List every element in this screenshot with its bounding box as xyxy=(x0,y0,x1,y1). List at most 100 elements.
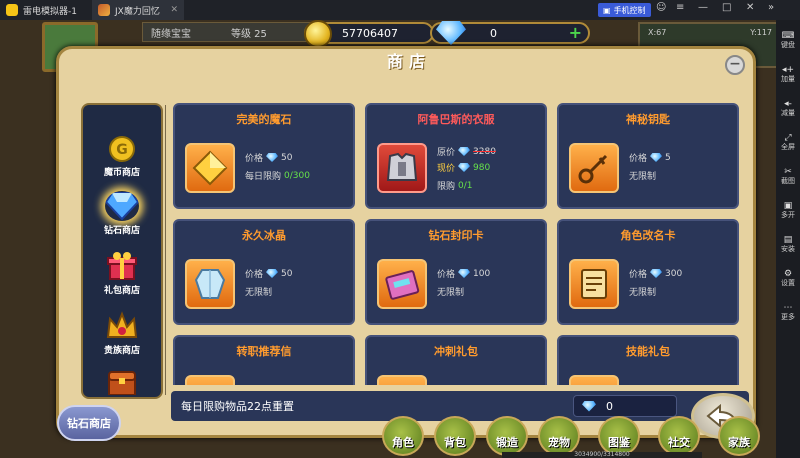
map-y: Y:117 xyxy=(750,28,772,37)
nav-diamond-shop[interactable]: 钻石商店 xyxy=(83,191,161,236)
diamond-icon xyxy=(266,153,279,162)
family-button[interactable]: 家族 xyxy=(718,416,760,456)
gem-balance-value: 0 xyxy=(606,399,613,413)
hud-label: 社交 xyxy=(668,436,690,449)
side-label: 减量 xyxy=(781,109,795,117)
side-label: 多开 xyxy=(781,211,795,219)
shop-item-grid: 完美的魔石 价格 50 每日限购 0/300 阿鲁巴斯的衣服 原价 3280 现价 98… xyxy=(173,103,747,385)
shop-item-card[interactable]: 钻石封印卡 价格 100 无限制 xyxy=(365,219,547,325)
skill-pack-icon xyxy=(569,375,619,385)
hud-label: 背包 xyxy=(444,436,466,449)
fullscreen-icon: ⤢ xyxy=(784,133,792,143)
add-gems-button[interactable]: + xyxy=(569,25,582,41)
side-volume-down[interactable]: ◂- 减量 xyxy=(776,100,800,118)
tab-emulator[interactable]: 雷电模拟器-1 xyxy=(0,0,90,20)
codex-button[interactable]: 图鉴 xyxy=(598,416,640,456)
side-more[interactable]: ⋯ 更多 xyxy=(776,303,800,322)
nav-gift-shop[interactable]: 礼包商店 xyxy=(83,251,161,296)
shop-item-card[interactable]: 技能礼包 xyxy=(557,335,739,385)
user-icon[interactable]: ☺ xyxy=(656,2,666,13)
side-label: 加量 xyxy=(781,75,795,83)
emulator-titlebar: 雷电模拟器-1 JX魔力回忆 ✕ ▣ 手机控制 ☺ ≡ — □ ✕ » xyxy=(0,0,800,20)
hud-label: 角色 xyxy=(392,436,414,449)
limit-label: 无限制 xyxy=(629,172,657,182)
close-tab-icon[interactable]: ✕ xyxy=(170,5,178,15)
treasure-chest-icon xyxy=(108,371,136,395)
diamond-icon xyxy=(650,269,663,278)
shop-item-card[interactable]: 冲刺礼包 xyxy=(365,335,547,385)
shop-dialog: 商店 − G 魔币商店 钻石商店 礼包商店 贵族商店 完美的魔石 价格 50 每… xyxy=(56,46,756,441)
nav-label: 钻石商店 xyxy=(103,226,140,236)
shop-item-card[interactable]: 角色改名卡 价格 300 无限制 xyxy=(557,219,739,325)
pet-button[interactable]: 宠物 xyxy=(538,416,580,456)
close-icon[interactable]: ✕ xyxy=(746,2,754,13)
diamond-icon xyxy=(266,269,279,278)
minimize-icon[interactable]: — xyxy=(698,2,708,13)
emulator-side-panel: ⌨ 键盘 ◂+ 加量 ◂- 减量 ⤢ 全屏 ✂ 截图 ▣ 多开 ▤ 安装 ⚙ 设置 ⋯ 更多 xyxy=(776,20,800,458)
diamond-icon xyxy=(582,400,596,412)
tab-label: 雷电模拟器-1 xyxy=(23,6,77,17)
item-name: 永久冰晶 xyxy=(242,229,286,242)
diamond-icon xyxy=(458,147,471,156)
character-button[interactable]: 角色 xyxy=(382,416,424,456)
side-multi[interactable]: ▣ 多开 xyxy=(776,202,800,220)
side-label: 全屏 xyxy=(781,143,795,151)
nav-label: 礼包商店 xyxy=(103,286,140,296)
item-name: 钻石封印卡 xyxy=(428,229,484,242)
expand-icon[interactable]: » xyxy=(768,2,774,13)
side-install[interactable]: ▤ 安装 xyxy=(776,236,800,254)
keyboard-icon: ⌨ xyxy=(781,31,795,41)
nav-label: 魔币商店 xyxy=(103,168,140,178)
nav-chest-shop[interactable] xyxy=(83,369,161,397)
social-button[interactable]: 社交 xyxy=(658,416,700,456)
diamond-icon xyxy=(436,21,466,45)
divider xyxy=(165,105,166,395)
tab-game[interactable]: JX魔力回忆 ✕ xyxy=(92,0,184,20)
side-screenshot[interactable]: ✂ 截图 xyxy=(776,168,800,186)
shop-item-card[interactable]: 完美的魔石 价格 50 每日限购 0/300 xyxy=(173,103,355,209)
side-volume-up[interactable]: ◂+ 加量 xyxy=(776,66,800,84)
menu-icon[interactable]: ≡ xyxy=(676,2,684,13)
gold-value: 57706407 xyxy=(342,26,398,40)
map-x: X:67 xyxy=(648,28,667,37)
limit-label: 无限制 xyxy=(629,288,657,298)
nav-noble-shop[interactable]: 贵族商店 xyxy=(83,311,161,356)
phone-control-button[interactable]: ▣ 手机控制 xyxy=(598,3,651,17)
nav-label: 贵族商店 xyxy=(103,346,140,356)
item-name: 转职推荐信 xyxy=(236,345,292,358)
game-logo-icon xyxy=(98,4,110,16)
maximize-icon[interactable]: □ xyxy=(722,2,731,13)
side-fullscreen[interactable]: ⤢ 全屏 xyxy=(776,133,800,152)
pet-info[interactable]: 随缘宝宝 等级 25 xyxy=(142,22,312,42)
shop-item-card[interactable]: 永久冰晶 价格 50 无限制 xyxy=(173,219,355,325)
more-icon: ⋯ xyxy=(783,303,793,313)
side-label: 设置 xyxy=(781,279,795,287)
diamond-icon xyxy=(458,269,471,278)
forge-button[interactable]: 锻造 xyxy=(486,416,528,456)
item-name: 完美的魔石 xyxy=(236,113,292,126)
price-value: 50 xyxy=(281,152,293,163)
nav-coin-shop[interactable]: G 魔币商店 xyxy=(83,135,161,178)
close-button[interactable]: − xyxy=(725,55,745,75)
gem-counter: 0 + xyxy=(430,21,590,45)
side-keyboard[interactable]: ⌨ 键盘 xyxy=(776,31,800,50)
game-viewport: 随缘宝宝 等级 25 57706407 0 + X:67 Y:117 商店 − … xyxy=(0,20,776,458)
original-price-value: 3280 xyxy=(473,146,496,157)
pet-name: 随缘宝宝 xyxy=(151,28,191,40)
ice-crystal-icon xyxy=(185,259,235,309)
side-settings[interactable]: ⚙ 设置 xyxy=(776,270,800,288)
hud-label: 家族 xyxy=(728,436,750,449)
bag-button[interactable]: 背包 xyxy=(434,416,476,456)
gold-coin-icon xyxy=(304,20,332,48)
shop-item-card[interactable]: 阿鲁巴斯的衣服 原价 3280 现价 980 限购 0/1 xyxy=(365,103,547,209)
shop-item-card[interactable]: 神秘钥匙 价格 5 无限制 xyxy=(557,103,739,209)
limit-label: 每日限购 xyxy=(245,172,282,182)
price-value: 50 xyxy=(281,268,293,279)
hud-label: 图鉴 xyxy=(608,436,630,449)
svg-text:G: G xyxy=(116,142,128,158)
price-label: 价格 xyxy=(245,270,264,280)
price-value: 100 xyxy=(473,268,491,279)
limit-value: 0/300 xyxy=(284,170,310,181)
dialog-title: 商店 xyxy=(386,52,431,71)
shop-item-card[interactable]: 转职推荐信 xyxy=(173,335,355,385)
